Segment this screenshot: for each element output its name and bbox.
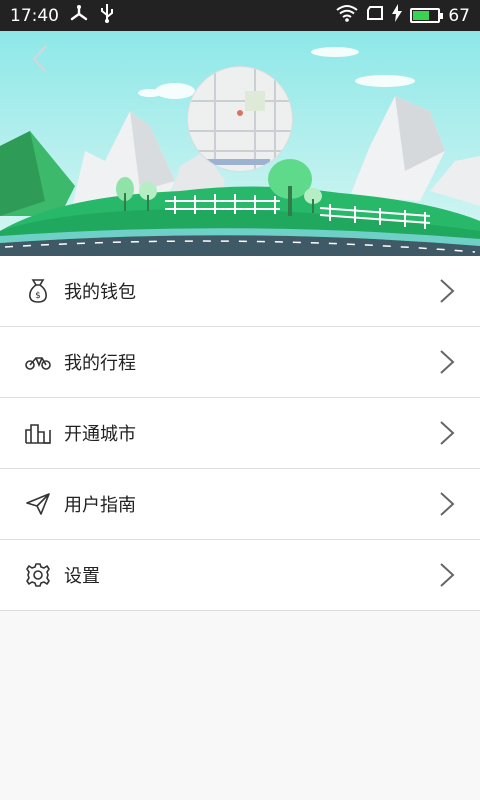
wifi-icon (336, 4, 358, 27)
menu-item-cities[interactable]: 开通城市 (0, 398, 480, 469)
battery-fill (413, 11, 430, 20)
menu-item-label: 我的钱包 (64, 282, 136, 303)
chevron-right-icon (440, 350, 455, 374)
menu-item-label: 开通城市 (64, 424, 136, 445)
chevron-left-icon (32, 45, 47, 73)
menu-item-trips[interactable]: 我的行程 (0, 327, 480, 398)
city-icon (24, 419, 52, 447)
menu-item-guide[interactable]: 用户指南 (0, 469, 480, 540)
chevron-right-icon (440, 421, 455, 445)
menu-item-settings[interactable]: 设置 (0, 540, 480, 611)
header-illustration (0, 31, 480, 256)
charging-icon (392, 4, 403, 27)
chevron-right-icon (440, 563, 455, 587)
status-time: 17:40 (10, 5, 59, 26)
menu-item-label: 设置 (64, 566, 100, 587)
back-button[interactable] (26, 43, 54, 75)
status-right: 67 (336, 4, 470, 27)
paper-plane-icon (24, 490, 52, 518)
network-icon (69, 4, 89, 27)
battery-icon (410, 8, 444, 23)
menu-item-label: 用户指南 (64, 495, 136, 516)
menu-item-label: 我的行程 (64, 353, 136, 374)
chevron-right-icon (440, 279, 455, 303)
chevron-right-icon (440, 492, 455, 516)
svg-text:$: $ (35, 291, 41, 301)
battery-level: 67 (448, 5, 470, 26)
status-bar: 17:40 67 (0, 0, 480, 31)
status-left: 17:40 (10, 3, 115, 28)
usb-icon (99, 3, 115, 28)
sim-icon (366, 5, 384, 26)
menu-list: $ 我的钱包 我的行程 开通城市 用户指南 设置 (0, 256, 480, 611)
wallet-icon: $ (24, 277, 52, 305)
menu-item-wallet[interactable]: $ 我的钱包 (0, 256, 480, 327)
bike-icon (24, 348, 52, 376)
gear-icon (24, 561, 52, 589)
